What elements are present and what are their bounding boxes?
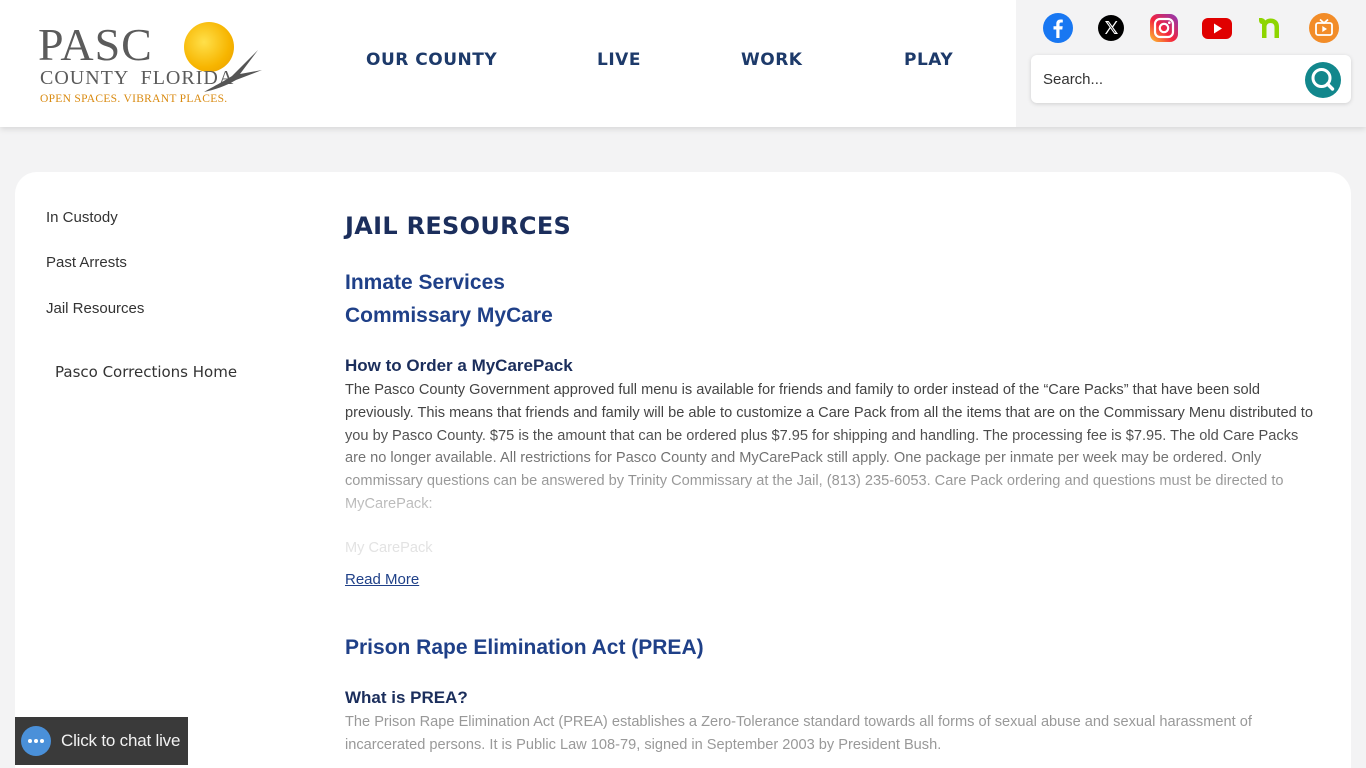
- sidebar-item-jail-resources[interactable]: Jail Resources: [46, 300, 144, 317]
- topic-heading-mycarepack: How to Order a MyCarePack: [345, 356, 573, 375]
- tv-icon[interactable]: [1308, 12, 1340, 44]
- instagram-icon[interactable]: [1148, 12, 1180, 44]
- sidebar-home-link[interactable]: Pasco Corrections Home: [55, 363, 237, 381]
- nav-work[interactable]: WORK: [741, 50, 802, 70]
- section-heading-inmate-services: Inmate Services: [345, 271, 505, 294]
- page-title: JAIL RESOURCES: [345, 212, 572, 240]
- nextdoor-icon[interactable]: [1255, 12, 1287, 44]
- facebook-icon[interactable]: [1042, 12, 1074, 44]
- search-button[interactable]: [1305, 62, 1341, 98]
- logo-wordmark: PASC: [38, 19, 153, 70]
- search-icon: [1311, 68, 1335, 91]
- nav-our-county[interactable]: OUR COUNTY: [366, 50, 497, 70]
- logo-bird-icon: [204, 50, 262, 92]
- nav-play[interactable]: PLAY: [904, 50, 953, 70]
- youtube-icon[interactable]: [1201, 12, 1233, 44]
- chat-widget[interactable]: Click to chat live: [15, 717, 188, 765]
- nav-live[interactable]: LIVE: [597, 50, 641, 70]
- read-more-link[interactable]: Read More: [345, 571, 419, 588]
- mycarepack-description: The Pasco County Government approved ful…: [345, 382, 1313, 512]
- prea-description: The Prison Rape Elimination Act (PREA) e…: [345, 714, 1252, 753]
- sidebar-item-in-custody[interactable]: In Custody: [46, 209, 118, 226]
- search-box: [1031, 55, 1351, 103]
- chat-bubble-icon: [21, 726, 51, 756]
- section-subheading-commissary: Commissary MyCare: [345, 304, 553, 327]
- topic-heading-what-is-prea: What is PREA?: [345, 688, 468, 707]
- site-header: PASC COUNTY FLORIDA OPEN SPACES. VIBRANT…: [0, 0, 1366, 127]
- section-heading-prea: Prison Rape Elimination Act (PREA): [345, 636, 704, 659]
- x-icon[interactable]: [1095, 12, 1127, 44]
- chat-label: Click to chat live: [61, 731, 181, 750]
- search-input[interactable]: [1043, 67, 1293, 91]
- mycarepack-faded-line: My CarePack: [345, 540, 433, 556]
- pasco-county-logo[interactable]: PASC COUNTY FLORIDA OPEN SPACES. VIBRANT…: [36, 18, 266, 110]
- sidebar-item-past-arrests[interactable]: Past Arrests: [46, 254, 127, 271]
